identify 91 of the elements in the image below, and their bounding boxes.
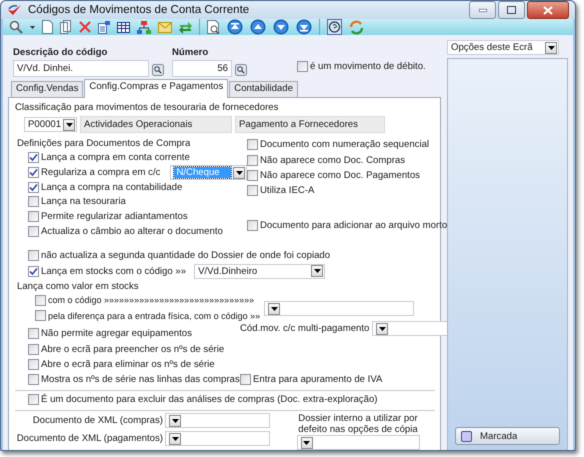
print-preview-icon[interactable] — [207, 20, 220, 34]
last-record-icon[interactable] — [296, 19, 312, 35]
checkbox-label: pela diferença para a entrada física, com o código »» — [48, 310, 260, 320]
checkbox-label: Abre o ecrã para preencher os nºs de série — [41, 344, 224, 354]
checkbox[interactable] — [28, 358, 39, 370]
checkbox-label: Lança em stocks com o código »» — [41, 266, 186, 276]
checkbox[interactable] — [28, 226, 39, 238]
maximize-button[interactable] — [498, 1, 525, 19]
checkbox[interactable] — [247, 185, 258, 196]
checkbox[interactable] — [28, 328, 39, 340]
input-field[interactable]: 56 — [172, 60, 232, 77]
checkbox[interactable] — [28, 250, 39, 260]
search-icon[interactable] — [9, 20, 23, 34]
checkbox-label: Actualiza o câmbio ao alterar o documento — [41, 226, 223, 238]
checkbox-label: Mostra os nºs de série nas linhas das compras — [41, 374, 240, 385]
checkbox[interactable] — [28, 394, 39, 406]
checkbox-label: É um documento para excluir das análises de compras (Doc. extra-exploração) — [41, 394, 378, 406]
checkbox-label: Não permite agregar equipamentos — [41, 328, 192, 340]
field-label: Documento de XML (compras) — [32, 415, 163, 426]
checkbox-label: Utiliza IEC-A — [260, 185, 314, 196]
checkbox[interactable] — [28, 344, 39, 354]
search-icon[interactable] — [152, 64, 164, 76]
minimize-button[interactable] — [469, 1, 496, 19]
checkbox[interactable] — [35, 294, 46, 306]
next-record-icon[interactable] — [273, 19, 289, 35]
delete-icon[interactable] — [79, 21, 91, 33]
caret-icon[interactable] — [30, 26, 35, 28]
checkbox[interactable] — [240, 374, 251, 385]
checkbox-label: Lança a compra em conta corrente — [41, 152, 190, 164]
close-icon[interactable] — [543, 6, 553, 14]
checkbox[interactable] — [28, 374, 39, 385]
field-label: Número — [172, 47, 210, 58]
close-button[interactable] — [527, 1, 569, 19]
checkbox-label: Lança na tesouraria — [41, 196, 126, 207]
checkbox[interactable] — [28, 152, 39, 164]
checkbox-label: Não aparece como Doc. Compras — [260, 154, 406, 166]
checkbox[interactable] — [247, 154, 258, 166]
table-icon[interactable] — [117, 22, 130, 32]
checkbox-label: não actualiza a segunda quantidade do Dossier de onde foi copiado — [41, 250, 330, 260]
checkbox[interactable] — [297, 61, 308, 72]
checkbox-label: Documento para adicionar ao arquivo morto — [260, 220, 448, 232]
checkbox[interactable] — [247, 139, 258, 150]
previous-record-icon[interactable] — [250, 19, 266, 35]
checkbox[interactable] — [35, 310, 46, 321]
checkbox-label: é um movimento de débito. — [310, 61, 426, 72]
checkbox[interactable] — [28, 196, 39, 207]
refresh-icon[interactable] — [349, 20, 364, 34]
field-label: Descrição do código — [13, 47, 108, 58]
transfer-icon[interactable] — [179, 20, 192, 34]
section-label: Lança como valor em stocks — [17, 280, 140, 292]
checkbox-label: Regulariza a compra em c/c — [41, 167, 160, 178]
dropdown[interactable]: P00001 — [24, 117, 77, 132]
checkbox-label: Não aparece como Doc. Pagamentos — [260, 170, 420, 181]
field-label: Cód.mov. c/c multi-pagamento — [240, 323, 370, 334]
tab[interactable]: Contabilidade — [229, 81, 298, 97]
checkbox[interactable] — [247, 170, 258, 181]
checkbox-label: com o código »»»»»»»»»»»»»»»»»»»»»»»»»»»»»» — [48, 295, 254, 306]
app-logo-icon — [7, 4, 22, 16]
checkbox-label: Entra para apuramento de IVA — [253, 374, 382, 385]
search-icon[interactable] — [235, 64, 247, 76]
dropdown[interactable]: V/Vd.Dinheiro — [194, 264, 326, 278]
maximize-icon[interactable] — [507, 6, 516, 14]
properties-icon[interactable] — [98, 20, 110, 34]
checkbox-label: Abre o ecrã para eliminar os nºs de série — [41, 358, 215, 370]
window-title: Códigos de Movimentos de Conta Corrente — [28, 4, 250, 16]
checkbox[interactable] — [28, 266, 39, 276]
readonly-field: Pagamento a Fornecedores — [235, 116, 385, 133]
checkbox[interactable] — [247, 220, 258, 232]
tab[interactable]: Config.Vendas — [11, 81, 84, 97]
new-document-icon[interactable] — [42, 20, 53, 34]
checkbox-label: Permite regularizar adiantamentos — [41, 211, 188, 222]
readonly-field: Actividades Operacionais — [80, 116, 232, 133]
marked-button[interactable]: Marcada — [455, 427, 560, 446]
tab[interactable]: Config.Compras e Pagamentos — [84, 79, 228, 98]
field-label: Documento de XML (pagamentos) — [16, 433, 163, 444]
square-icon — [461, 430, 472, 442]
input-field[interactable]: V/Vd. Dinhei. — [13, 60, 149, 77]
dropdown[interactable]: Opções deste Ecrã — [447, 40, 559, 55]
help-icon[interactable] — [327, 19, 342, 35]
checkbox-label: Lança a compra na contabilidade — [41, 182, 182, 192]
section-label: Classificação para movimentos de tesouraria de fornecedores — [15, 102, 280, 113]
field-label: Dossier interno a utilizar por defeito nas opções de cópia — [297, 413, 419, 436]
checkbox[interactable] — [28, 211, 39, 222]
hierarchy-icon[interactable] — [137, 20, 151, 34]
section-label: Definições para Documentos de Compra — [17, 138, 192, 149]
copy-document-icon[interactable] — [60, 20, 72, 34]
checkbox-label: Documento com numeração sequencial — [260, 139, 430, 150]
checkbox[interactable] — [28, 167, 39, 178]
checkbox[interactable] — [28, 182, 39, 192]
first-record-icon[interactable] — [227, 19, 243, 35]
minimize-icon[interactable] — [478, 8, 486, 12]
